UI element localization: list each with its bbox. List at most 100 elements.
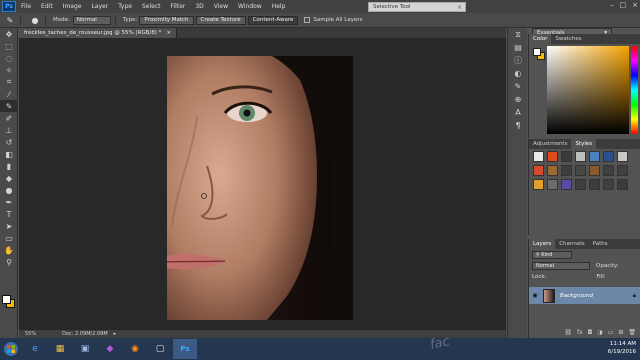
menu-select[interactable]: Select (137, 3, 166, 10)
tab-styles[interactable]: Styles (571, 139, 597, 149)
blur-tool-icon[interactable]: ◆ (0, 172, 18, 184)
document-tab[interactable]: freckles_taches_de_rousseur.jpg @ 55% (R… (19, 28, 178, 38)
menu-filter[interactable]: Filter (166, 3, 191, 10)
brush-preset-icon[interactable]: ● (29, 15, 41, 25)
style-swatch[interactable] (575, 179, 586, 190)
brush-tool-icon[interactable]: ✐ (0, 112, 18, 124)
eraser-tool-icon[interactable]: ◧ (0, 148, 18, 160)
menu-view[interactable]: View (209, 3, 233, 10)
style-swatch[interactable] (617, 179, 628, 190)
style-swatch[interactable] (533, 165, 544, 176)
zoom-level[interactable]: 55% (25, 331, 36, 337)
proximity-match-button[interactable]: Proximity Match (139, 15, 194, 25)
spot-healing-tool-icon[interactable]: ✎ (0, 100, 18, 112)
mode-select[interactable]: Normal (72, 15, 111, 25)
selective-tool-popup[interactable]: Selective Tool × (368, 2, 466, 12)
menu-image[interactable]: Image (58, 3, 87, 10)
content-aware-button[interactable]: Content-Aware (247, 15, 299, 25)
portrait-image[interactable] (167, 56, 353, 320)
paragraph-panel-icon[interactable]: ¶ (508, 119, 528, 132)
crop-tool-icon[interactable]: ⌗ (0, 76, 18, 88)
healing-brush-icon[interactable]: ✎ (4, 15, 16, 25)
close-icon[interactable]: × (166, 30, 171, 36)
tab-paths[interactable]: Paths (589, 239, 612, 249)
menu-file[interactable]: File (16, 3, 36, 10)
system-clock[interactable]: 11:14 AM 6/19/2016 (608, 340, 636, 356)
taskbar-internet-explorer[interactable]: e (23, 339, 47, 359)
style-swatch[interactable] (575, 151, 586, 162)
taskbar-photoshop[interactable]: Ps (173, 339, 197, 359)
style-swatch[interactable] (617, 151, 628, 162)
folder-icon[interactable]: ▭ (608, 329, 614, 336)
properties-panel-icon[interactable]: ▤ (508, 41, 528, 54)
pen-tool-icon[interactable]: ✒ (0, 196, 18, 208)
style-swatch[interactable] (603, 179, 614, 190)
history-panel-icon[interactable]: ⧖ (508, 28, 528, 41)
trash-icon[interactable]: 🗑︎ (628, 329, 636, 336)
mask-icon[interactable]: ◘ (588, 329, 593, 336)
shape-tool-icon[interactable]: ▭ (0, 232, 18, 244)
type-tool-icon[interactable]: T (0, 208, 18, 220)
taskbar-app-3[interactable]: ▣ (73, 339, 97, 359)
tab-adjustments[interactable]: Adjustments (529, 139, 571, 149)
style-swatch[interactable] (575, 165, 586, 176)
style-swatch[interactable] (603, 165, 614, 176)
style-swatch[interactable] (547, 151, 558, 162)
menu-window[interactable]: Window (233, 3, 267, 10)
style-swatch[interactable] (533, 151, 544, 162)
menu-help[interactable]: Help (267, 3, 291, 10)
style-swatch[interactable] (533, 179, 544, 190)
tab-color[interactable]: Color (529, 34, 552, 44)
tab-swatches[interactable]: Swatches (551, 34, 585, 44)
maximize-button[interactable]: □ (620, 1, 627, 9)
lasso-tool-icon[interactable]: ◌ (0, 52, 18, 64)
menu-layer[interactable]: Layer (86, 3, 113, 10)
history-brush-tool-icon[interactable]: ↺ (0, 136, 18, 148)
path-select-tool-icon[interactable]: ➤ (0, 220, 18, 232)
taskbar-app-4[interactable]: ◆ (98, 339, 122, 359)
style-swatch[interactable] (603, 151, 614, 162)
style-swatch[interactable] (561, 179, 572, 190)
minimize-button[interactable]: – (610, 1, 614, 9)
gradient-tool-icon[interactable]: ▮ (0, 160, 18, 172)
clone-stamp-tool-icon[interactable]: ⊥ (0, 124, 18, 136)
brush-panel-icon[interactable]: ✎ (508, 80, 528, 93)
color-picker-field[interactable] (547, 46, 629, 134)
tab-channels[interactable]: Channels (555, 239, 588, 249)
menu-3d[interactable]: 3D (190, 3, 208, 10)
style-swatch[interactable] (547, 179, 558, 190)
taskbar-explorer[interactable]: ▦ (48, 339, 72, 359)
marquee-tool-icon[interactable]: ⬚ (0, 40, 18, 52)
move-tool-icon[interactable]: ✥ (0, 28, 18, 40)
layer-background[interactable]: ◉ Background 🔒︎ (529, 287, 640, 304)
eye-icon[interactable]: ◉ (529, 292, 541, 299)
foreground-color-chip[interactable] (533, 48, 541, 56)
menu-edit[interactable]: Edit (36, 3, 58, 10)
style-swatch[interactable] (547, 165, 558, 176)
close-icon[interactable]: × (457, 4, 462, 11)
new-layer-icon[interactable]: ⊞ (618, 329, 623, 336)
hue-slider[interactable] (631, 46, 638, 134)
layer-filter-select[interactable]: ⚲ Kind (532, 250, 572, 259)
taskbar-app-6[interactable]: ▢ (148, 339, 172, 359)
close-window-button[interactable]: × (632, 1, 638, 9)
quick-select-tool-icon[interactable]: ✧ (0, 64, 18, 76)
sample-all-layers-checkbox[interactable] (304, 17, 311, 23)
menu-type[interactable]: Type (113, 3, 137, 10)
adjustment-icon[interactable]: ◑ (597, 329, 602, 336)
create-texture-button[interactable]: Create Texture (195, 15, 246, 25)
start-button[interactable] (0, 338, 22, 360)
hand-tool-icon[interactable]: ✋ (0, 244, 18, 256)
style-swatch[interactable] (589, 151, 600, 162)
chevron-right-icon[interactable]: ▸ (114, 331, 117, 337)
style-swatch[interactable] (561, 165, 572, 176)
zoom-tool-icon[interactable]: ⚲ (0, 256, 18, 268)
link-icon[interactable]: ⛓ (564, 329, 572, 336)
fx-icon[interactable]: fx (577, 329, 583, 336)
taskbar-firefox[interactable]: ◉ (123, 339, 147, 359)
eyedropper-tool-icon[interactable]: ⁄ (0, 88, 18, 100)
character-panel-icon[interactable]: A (508, 106, 528, 119)
style-swatch[interactable] (589, 165, 600, 176)
dodge-tool-icon[interactable]: ● (0, 184, 18, 196)
navigator-panel-icon[interactable]: ◐ (508, 67, 528, 80)
